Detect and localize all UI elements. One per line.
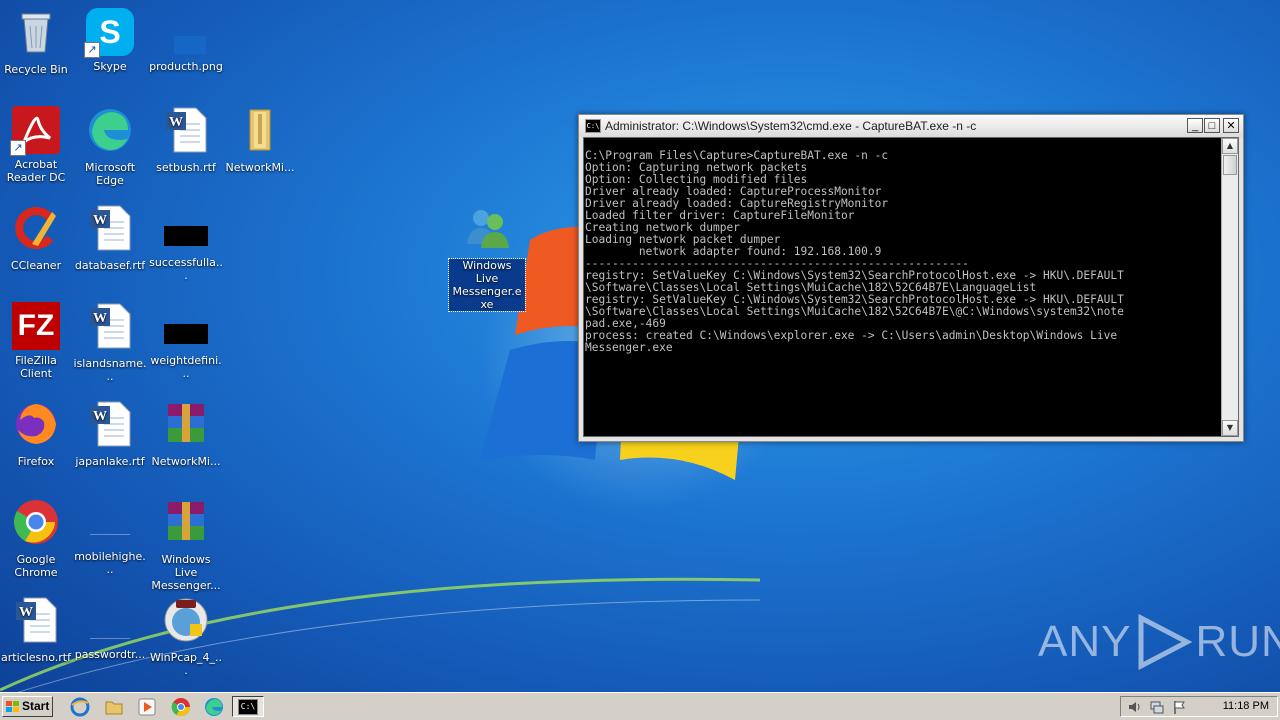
desktop-icon-ccleaner[interactable]: CCleaner <box>0 204 74 272</box>
console-output: C:\Program Files\Capture>CaptureBAT.exe … <box>585 149 1124 354</box>
desktop-icon-japanlake[interactable]: W japanlake.rtf <box>72 400 148 468</box>
desktop-icon-acrobat[interactable]: ↗ Acrobat Reader DC <box>0 106 74 184</box>
desktop-icon-setbush[interactable]: W setbush.rtf <box>148 106 224 174</box>
desktop-icon-networkmi-folder[interactable]: NetworkMi... <box>222 106 298 174</box>
skype-icon: S ↗ <box>84 8 134 58</box>
svg-text:W: W <box>93 311 107 326</box>
image-file-icon <box>162 8 210 56</box>
recycle-bin-icon <box>21 13 51 53</box>
desktop-icon-weightdefini[interactable]: weightdefini... <box>148 302 224 380</box>
media-player-icon[interactable] <box>137 697 157 717</box>
start-label: Start <box>22 699 50 713</box>
file-explorer-icon[interactable] <box>104 697 124 717</box>
winpcap-installer-icon <box>164 598 208 642</box>
desktop-icon-skype[interactable]: S ↗ Skype <box>72 8 148 73</box>
desktop-icon-recycle-bin[interactable]: Recycle Bin <box>0 8 74 76</box>
shortcut-arrow-icon: ↗ <box>84 42 100 58</box>
black-file-icon <box>162 204 210 252</box>
desktop-icon-databasef[interactable]: W databasef.rtf <box>72 204 148 272</box>
start-button[interactable]: Start <box>2 696 53 717</box>
desktop-icon-producth[interactable]: producth.png <box>148 8 224 73</box>
desktop-icon-islandsname[interactable]: W islandsname... <box>72 302 148 383</box>
desktop-icon-articlesno[interactable]: W articlesno.rtf <box>0 596 74 664</box>
system-tray: 11:18 PM <box>1120 696 1278 717</box>
cmd-console-area[interactable]: C:\Program Files\Capture>CaptureBAT.exe … <box>583 137 1239 437</box>
volume-icon[interactable] <box>1127 699 1143 715</box>
watermark-run: RUN <box>1195 617 1280 666</box>
cmd-title-bar[interactable]: C:\ Administrator: C:\Windows\System32\c… <box>579 115 1243 137</box>
network-icon[interactable] <box>1149 699 1165 715</box>
blank-file-icon <box>86 498 134 546</box>
cmd-window-title: Administrator: C:\Windows\System32\cmd.e… <box>605 119 977 133</box>
chrome-taskbar-icon[interactable] <box>171 697 191 717</box>
shortcut-arrow-icon: ↗ <box>10 140 26 156</box>
desktop-icon-passwordtr[interactable]: passwordtr... <box>72 596 148 661</box>
desktop-icon-edge[interactable]: Microsoft Edge <box>72 106 148 187</box>
desktop-icon-windows-live-messenger-exe[interactable]: Windows Live Messenger.exe <box>448 204 526 312</box>
scroll-up-arrow-icon[interactable]: ▲ <box>1222 138 1238 154</box>
scroll-down-arrow-icon[interactable]: ▼ <box>1222 420 1238 436</box>
scroll-thumb[interactable] <box>1223 155 1237 175</box>
black-file-icon <box>162 302 210 350</box>
desktop-icon-chrome[interactable]: Google Chrome <box>0 498 74 579</box>
cmd-icon: C:\ <box>585 119 601 133</box>
cmd-window[interactable]: C:\ Administrator: C:\Windows\System32\c… <box>578 114 1244 442</box>
messenger-buddies-icon <box>467 210 509 248</box>
taskbar-clock[interactable]: 11:18 PM <box>1223 697 1269 716</box>
ccleaner-icon <box>15 207 56 249</box>
svg-text:W: W <box>19 605 33 620</box>
word-document-icon: W <box>90 401 131 447</box>
watermark-any: ANY <box>1038 617 1132 666</box>
anyrun-watermark: ANY RUN <box>1038 614 1280 670</box>
desktop-icon-windows-live-messenger-archive[interactable]: Windows Live Messenger... <box>148 498 224 592</box>
minimize-button[interactable]: _ <box>1187 118 1203 133</box>
word-document-icon: W <box>90 205 131 251</box>
play-triangle-icon <box>1138 614 1193 670</box>
edge-icon <box>89 109 131 151</box>
svg-text:W: W <box>93 409 107 424</box>
maximize-button[interactable]: □ <box>1204 118 1220 133</box>
svg-text:W: W <box>93 213 107 228</box>
desktop-icon-successfulla[interactable]: successfulla... <box>148 204 224 282</box>
winrar-archive-icon <box>168 502 204 540</box>
firefox-icon <box>16 404 56 444</box>
window-controls: _ □ ✕ <box>1186 118 1239 133</box>
taskbar-cmd-button[interactable]: C:\ <box>232 696 264 717</box>
winrar-archive-icon <box>168 404 204 442</box>
chrome-icon <box>14 500 58 544</box>
filezilla-icon: FZ <box>12 302 60 350</box>
word-document-icon: W <box>166 107 207 153</box>
vertical-scrollbar[interactable]: ▲ ▼ <box>1221 138 1238 436</box>
desktop-icon-firefox[interactable]: Firefox <box>0 400 74 468</box>
internet-explorer-icon[interactable] <box>70 697 90 717</box>
edge-taskbar-icon[interactable] <box>204 697 224 717</box>
word-document-icon: W <box>16 597 57 643</box>
svg-text:W: W <box>169 115 183 130</box>
desktop-icon-filezilla[interactable]: FZ FileZilla Client <box>0 302 74 380</box>
acrobat-icon: ↗ <box>10 106 60 156</box>
blank-file-icon <box>86 596 134 644</box>
desktop-icon-winpcap[interactable]: WinPcap_4_... <box>148 596 224 677</box>
cmd-taskbar-icon: C:\ <box>238 698 258 715</box>
word-document-icon: W <box>90 303 131 349</box>
desktop-icon-mobilehighe[interactable]: mobilehighe... <box>72 498 148 576</box>
taskbar: Start C:\ 11:18 PM <box>0 692 1280 720</box>
desktop-icon-networkmi-archive[interactable]: NetworkMi... <box>148 400 224 468</box>
close-button[interactable]: ✕ <box>1223 118 1239 133</box>
windows-flag-icon <box>6 700 19 712</box>
folder-icon <box>249 109 271 151</box>
action-center-flag-icon[interactable] <box>1171 699 1187 715</box>
